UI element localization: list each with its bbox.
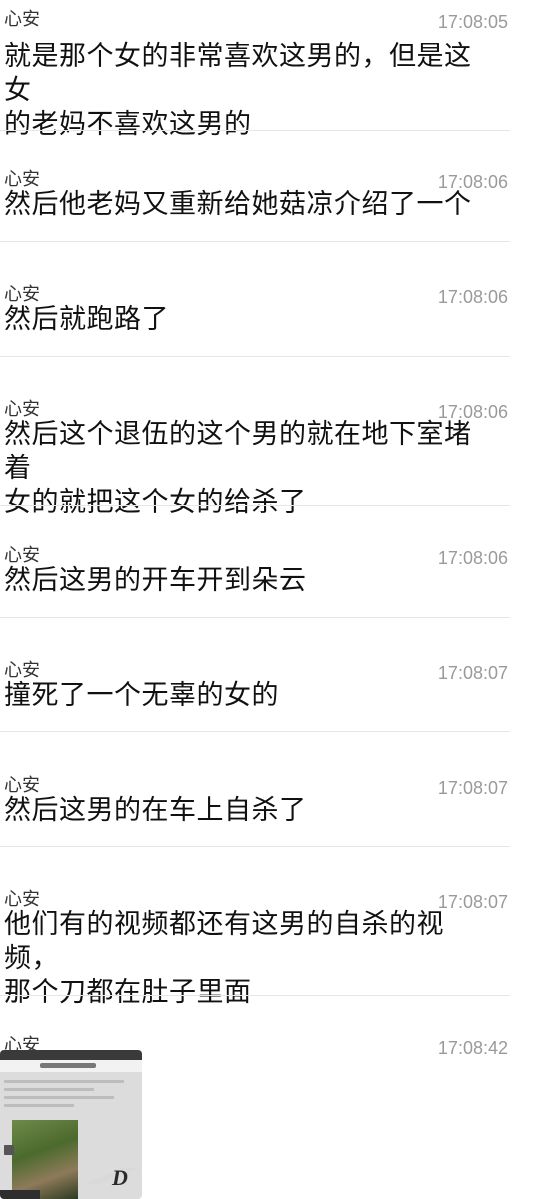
- divider: [0, 241, 510, 242]
- message-text: 然后他老妈又重新给她菇凉介绍了一个: [4, 188, 494, 222]
- divider: [0, 846, 510, 847]
- message-item[interactable]: 心安 17:08:06 然后他老妈又重新给她菇凉介绍了一个: [0, 160, 534, 220]
- thumbnail-logo-text: D: [111, 1165, 128, 1190]
- message-text: 撞死了一个无辜的女的: [4, 679, 494, 713]
- message-line: 然后这个退伍的这个男的就在地下室堵着: [4, 419, 472, 484]
- thumbnail-text-line: [4, 1104, 74, 1107]
- message-time: 17:08:05: [437, 12, 508, 32]
- message-line: 撞死了一个无辜的女的: [4, 680, 279, 711]
- thumbnail-text-line: [4, 1080, 124, 1083]
- sender-name: 心安: [4, 9, 40, 30]
- divider: [0, 505, 510, 506]
- message-line: 就是那个女的非常喜欢这男的，但是这女: [4, 41, 472, 106]
- message-header: 心安 17:08:06: [0, 275, 534, 307]
- message-item[interactable]: 心安 17:08:06 然后就跑路了: [0, 275, 534, 335]
- divider: [0, 731, 510, 732]
- divider: [0, 995, 510, 996]
- message-item[interactable]: 心安 17:08:06 然后这个退伍的这个男的就在地下室堵着 女的就把这个女的给…: [0, 390, 534, 518]
- message-header: 心安 17:08:07: [0, 766, 534, 798]
- message-line: 然后他老妈又重新给她菇凉介绍了一个: [4, 189, 472, 220]
- message-line: 然后就跑路了: [4, 304, 169, 335]
- message-time: 17:08:42: [437, 1038, 508, 1058]
- message-text: 就是那个女的非常喜欢这男的，但是这女 的老妈不喜欢这男的: [4, 40, 494, 142]
- message-item[interactable]: 心安 17:08:06 然后这男的开车开到朵云: [0, 536, 534, 596]
- message-item[interactable]: 心安 17:08:07 然后这男的在车上自杀了: [0, 766, 534, 826]
- thumbnail-status-bar: [0, 1050, 142, 1060]
- message-text: 然后这男的在车上自杀了: [4, 794, 494, 828]
- message-header: 心安 17:08:07: [0, 880, 534, 912]
- divider: [0, 130, 510, 131]
- message-header: 心安 17:08:05: [0, 0, 534, 32]
- message-line: 他们有的视频都还有这男的自杀的视频，: [4, 909, 444, 974]
- thumbnail-title: [40, 1063, 96, 1068]
- message-line: 的老妈不喜欢这男的: [4, 109, 252, 140]
- message-line: 然后这男的在车上自杀了: [4, 795, 307, 826]
- message-header: 心安 17:08:06: [0, 160, 534, 192]
- message-line: 女的就把这个女的给杀了: [4, 487, 307, 518]
- divider: [0, 617, 510, 618]
- image-thumbnail[interactable]: D: [0, 1050, 142, 1199]
- message-header: 心安 17:08:07: [0, 651, 534, 683]
- thumbnail-dark-strip: [0, 1190, 40, 1199]
- thumbnail-logo-icon: D: [84, 1165, 138, 1190]
- message-line: 然后这男的开车开到朵云: [4, 565, 307, 596]
- thumbnail-text-line: [4, 1088, 94, 1091]
- thumbnail-avatar: [4, 1145, 14, 1155]
- divider: [0, 356, 510, 357]
- message-line: 那个刀都在肚子里面: [4, 977, 252, 1008]
- message-text: 然后这男的开车开到朵云: [4, 564, 494, 598]
- message-header: 心安 17:08:06: [0, 536, 534, 568]
- message-header: 心安 17:08:06: [0, 390, 534, 422]
- thumbnail-text-line: [4, 1096, 114, 1099]
- thumbnail-photo: [12, 1120, 78, 1199]
- message-item[interactable]: 心安 17:08:07 他们有的视频都还有这男的自杀的视频， 那个刀都在肚子里面: [0, 880, 534, 1008]
- message-item[interactable]: 心安 17:08:05 就是那个女的非常喜欢这男的，但是这女 的老妈不喜欢这男的: [0, 0, 534, 140]
- message-item[interactable]: 心安 17:08:07 撞死了一个无辜的女的: [0, 651, 534, 711]
- message-text: 然后就跑路了: [4, 303, 494, 337]
